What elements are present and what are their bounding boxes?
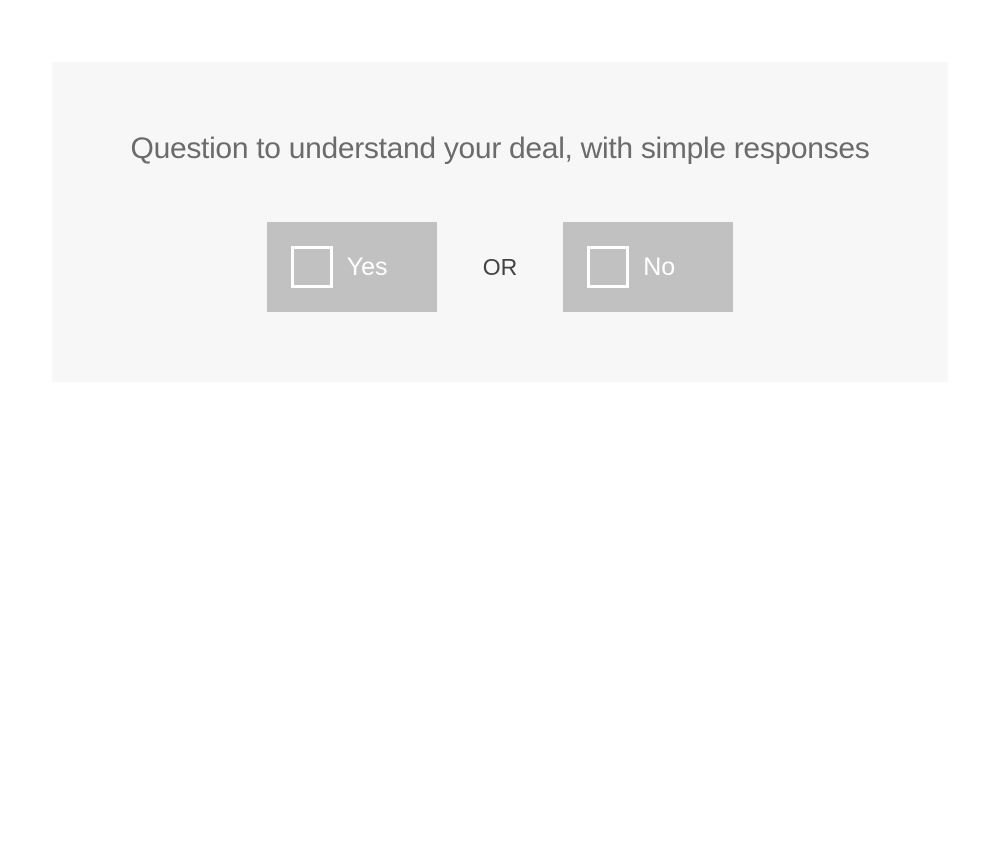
question-title: Question to understand your deal, with s… xyxy=(92,132,908,166)
checkbox-icon xyxy=(291,246,333,288)
checkbox-icon xyxy=(587,246,629,288)
separator-or: OR xyxy=(483,254,518,281)
yes-label: Yes xyxy=(347,253,388,282)
no-label: No xyxy=(643,253,675,282)
choices-row: Yes OR No xyxy=(92,222,908,312)
question-panel: Question to understand your deal, with s… xyxy=(52,62,948,382)
no-button[interactable]: No xyxy=(563,222,733,312)
yes-button[interactable]: Yes xyxy=(267,222,437,312)
